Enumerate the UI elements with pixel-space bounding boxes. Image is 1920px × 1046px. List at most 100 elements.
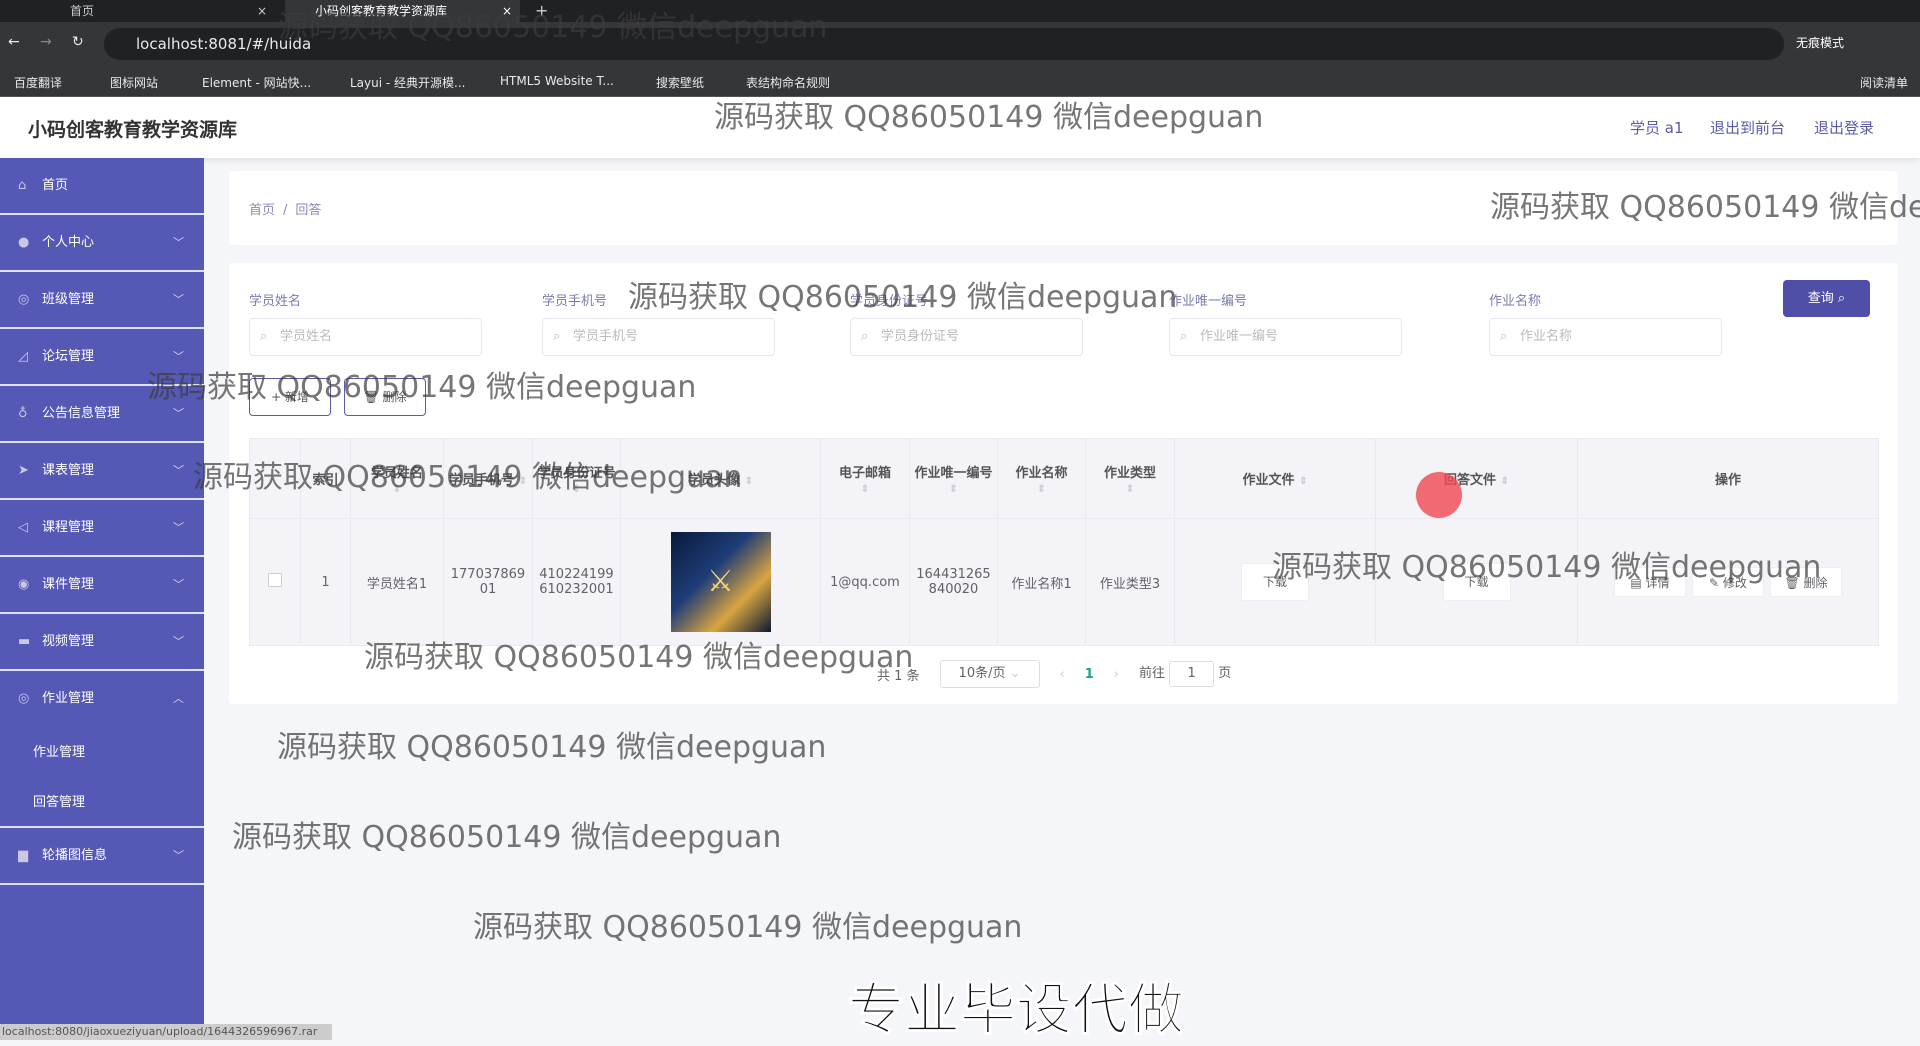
bookmark[interactable]: 搜索壁纸 — [656, 74, 704, 91]
query-button[interactable]: 查询 ⌕ — [1783, 280, 1870, 317]
sidebar-subitem-answers[interactable]: 回答管理 — [0, 778, 204, 828]
sort-icon[interactable]: ⇕ — [949, 484, 957, 495]
browser-tab-bar: 首页 × 小码创客教育教学资源库 × + — [0, 0, 1920, 22]
sidebar-item-notice[interactable]: ♁ 公告信息管理 ﹀ — [0, 386, 204, 443]
sidebar-item-courseware[interactable]: ◉ 课件管理 ﹀ — [0, 557, 204, 614]
chevron-down-icon: ﹀ — [173, 849, 184, 862]
column-header[interactable]: 作业类型 ⇕ — [1085, 438, 1175, 519]
breadcrumb: 首页 / 回答 — [229, 171, 1898, 245]
home-icon: ⌂ — [18, 178, 27, 193]
edit-button[interactable]: ✎ 修改 — [1692, 567, 1764, 597]
sort-icon[interactable]: ⇕ — [519, 476, 527, 487]
sort-icon[interactable]: ⇕ — [1299, 476, 1307, 487]
reload-icon[interactable]: ↻ — [72, 34, 84, 50]
class-icon: ◎ — [18, 292, 30, 307]
total-count: 共 1 条 — [877, 668, 920, 684]
promo-banner: 专业毕设代做 — [848, 978, 1185, 1044]
chevron-down-icon: ﹀ — [173, 521, 184, 534]
app-header: 小码创客教育教学资源库 学员 a1 退出到前台 退出登录 — [0, 97, 1920, 158]
bookmark[interactable]: 表结构命名规则 — [746, 74, 830, 91]
column-header[interactable]: 作业唯一编号 ⇕ — [909, 438, 998, 519]
avatar-image[interactable]: ⚔ — [670, 532, 771, 632]
url-input[interactable]: localhost:8081/#/huida — [104, 28, 1784, 60]
sidebar-item-schedule[interactable]: ➤ 课表管理 ﹀ — [0, 443, 204, 500]
bookmark[interactable]: 百度翻译 — [14, 74, 62, 91]
next-page-icon[interactable]: › — [1114, 667, 1119, 682]
table-row: 1 学员姓名1 17703786901 410224199610232001 ⚔… — [249, 518, 1879, 646]
add-button[interactable]: + 新增 — [249, 378, 331, 416]
download-homework-button[interactable]: 下载 — [1241, 563, 1309, 601]
sort-icon[interactable]: ⇕ — [861, 484, 869, 495]
chevron-down-icon: ﹀ — [173, 293, 184, 306]
column-header[interactable]: 索引 — [300, 438, 351, 519]
homework-name-input[interactable]: 作业名称 — [1489, 318, 1722, 356]
detail-button[interactable]: ▤ 详情 — [1614, 567, 1686, 597]
student-name-input[interactable]: 学员姓名 — [249, 318, 482, 356]
sidebar-subitem-homework[interactable]: 作业管理 — [0, 728, 204, 778]
sort-icon[interactable]: ⇕ — [1037, 484, 1045, 495]
chevron-down-icon: ⌄ — [1009, 666, 1021, 681]
bookmark[interactable]: 图标网站 — [110, 74, 158, 91]
cell-homework-name: 作业名称1 — [997, 518, 1086, 646]
download-answer-button[interactable]: 下载 — [1442, 563, 1511, 601]
reading-list[interactable]: 阅读清单 — [1860, 74, 1908, 91]
sort-icon[interactable]: ⇕ — [393, 484, 401, 495]
incognito-label[interactable]: 无痕模式 — [1796, 34, 1844, 51]
column-header[interactable]: 作业名称 ⇕ — [997, 438, 1086, 519]
sidebar-item-forum[interactable]: ◿ 论坛管理 ﹀ — [0, 329, 204, 386]
delete-button[interactable]: 🗑 删除 — [344, 378, 426, 416]
page-size-select[interactable]: 10条/页 ⌄ — [939, 660, 1040, 688]
cell-homework-file: 下载 — [1174, 518, 1376, 646]
column-header[interactable]: 学员身份证号 ⇕ — [532, 438, 621, 519]
breadcrumb-home[interactable]: 首页 — [249, 203, 275, 218]
sort-icon[interactable]: ⇕ — [572, 484, 580, 495]
sidebar-item-course[interactable]: ◁ 课程管理 ﹀ — [0, 500, 204, 557]
send-icon: ➤ — [18, 463, 29, 478]
new-tab-icon[interactable]: + — [525, 0, 548, 22]
page-number[interactable]: 1 — [1085, 667, 1094, 682]
navigate-icon: ◁ — [18, 520, 28, 535]
homework-no-input[interactable]: 作业唯一编号 — [1169, 318, 1402, 356]
cell-answer-file: 下载 — [1375, 518, 1578, 646]
column-header[interactable]: 电子邮箱 ⇕ — [820, 438, 910, 519]
user-name[interactable]: 学员 a1 — [1630, 117, 1684, 138]
column-header[interactable]: 回答文件 ⇕ — [1375, 438, 1578, 519]
row-checkbox[interactable] — [268, 573, 282, 587]
browser-tab-active[interactable]: 小码创客教育教学资源库 × — [285, 0, 520, 22]
browser-tab[interactable]: 首页 × — [40, 0, 275, 22]
homework-icon: ◎ — [18, 691, 30, 706]
prev-page-icon[interactable]: ‹ — [1060, 667, 1065, 682]
sort-icon[interactable]: ⇕ — [1126, 484, 1134, 495]
sidebar-item-carousel[interactable]: ▆ 轮播图信息 ﹀ — [0, 828, 204, 885]
sidebar-item-video[interactable]: ▬ 视频管理 ﹀ — [0, 614, 204, 671]
sort-icon[interactable]: ⇕ — [745, 476, 753, 487]
to-front-link[interactable]: 退出到前台 — [1710, 117, 1785, 138]
forward-icon[interactable]: → — [40, 34, 52, 50]
bookmark[interactable]: HTML5 Website T... — [500, 74, 614, 88]
label-student-name: 学员姓名 — [249, 294, 302, 309]
close-tab-icon[interactable]: × — [502, 0, 512, 22]
column-header[interactable]: 学员手机号 ⇕ — [443, 438, 533, 519]
logout-link[interactable]: 退出登录 — [1814, 117, 1874, 138]
back-icon[interactable]: ← — [8, 34, 20, 50]
sidebar-item-homework[interactable]: ◎ 作业管理 ︿ — [0, 671, 204, 728]
bookmark[interactable]: Layui - 经典开源模... — [350, 74, 465, 91]
goto-page-input[interactable]: 1 — [1169, 661, 1215, 687]
column-header[interactable]: 作业文件 ⇕ — [1174, 438, 1376, 519]
phone-input[interactable]: 学员手机号 — [542, 318, 775, 356]
sort-icon[interactable]: ⇕ — [1501, 476, 1509, 487]
column-header[interactable]: 学员姓名 ⇕ — [350, 438, 444, 519]
document-icon: ▤ — [1630, 576, 1646, 590]
cell-homework-type: 作业类型3 — [1085, 518, 1175, 646]
sidebar-item-class[interactable]: ◎ 班级管理 ﹀ — [0, 272, 204, 329]
row-delete-button[interactable]: 🗑 删除 — [1770, 567, 1842, 597]
idcard-input[interactable]: 学员身份证号 — [850, 318, 1083, 356]
answers-table: 索引 学员姓名 ⇕ 学员手机号 ⇕ 学员身份证号 ⇕ 学员头像 ⇕ 电子邮箱 ⇕ 作… — [249, 438, 1879, 646]
column-header[interactable]: 学员头像 ⇕ — [620, 438, 821, 519]
sidebar-item-home[interactable]: ⌂ 首页 — [0, 158, 204, 215]
chevron-down-icon: ﹀ — [173, 464, 184, 477]
sidebar-item-profile[interactable]: ● 个人中心 ﹀ — [0, 215, 204, 272]
chevron-up-icon: ︿ — [173, 692, 184, 705]
bookmark[interactable]: Element - 网站快... — [202, 74, 311, 91]
close-tab-icon[interactable]: × — [257, 0, 267, 22]
